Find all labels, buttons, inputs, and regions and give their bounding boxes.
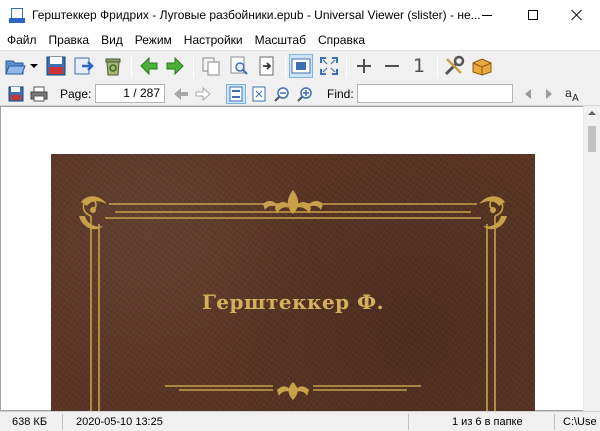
vertical-scrollbar[interactable] — [583, 106, 600, 411]
print-icon — [30, 86, 48, 102]
export-icon — [259, 56, 274, 76]
zoom-out-button[interactable] — [380, 54, 404, 78]
delete-icon — [105, 58, 121, 76]
save-as-button[interactable] — [6, 84, 26, 104]
find-options-button[interactable]: aA — [563, 84, 583, 104]
prev-page-button[interactable] — [171, 84, 191, 104]
menu-mode[interactable]: Режим — [129, 30, 178, 50]
original-size-icon: 1 — [412, 55, 426, 77]
menu-zoom[interactable]: Масштаб — [249, 30, 312, 50]
maximize-button[interactable] — [510, 0, 556, 30]
print-preview-icon — [230, 56, 248, 75]
menu-settings[interactable]: Настройки — [178, 30, 249, 50]
menu-help[interactable]: Справка — [312, 30, 371, 50]
app-icon — [9, 7, 25, 23]
original-size-button[interactable]: 1 — [407, 54, 431, 78]
maximize-icon — [528, 10, 538, 20]
file-size: 638 КБ — [12, 416, 48, 428]
find-label: Find: — [327, 87, 354, 101]
zoom-out-icon — [385, 65, 399, 67]
dropdown-arrow-icon — [30, 64, 38, 68]
status-bar: 638 КБ 2020-05-10 13:25 1 из 6 в папке C… — [0, 411, 600, 431]
find-next-button[interactable] — [539, 84, 559, 104]
menu-edit[interactable]: Правка — [43, 30, 96, 50]
prev-page-icon — [174, 88, 188, 100]
close-icon — [571, 9, 583, 21]
tools-icon — [444, 55, 465, 76]
save-button[interactable] — [44, 54, 68, 78]
next-page-button[interactable] — [193, 84, 213, 104]
zoom-in-icon — [357, 59, 371, 73]
svg-text:A: A — [572, 93, 579, 103]
file-path: C:\Use — [563, 416, 597, 428]
forward-arrow-icon — [166, 56, 184, 76]
forward-button[interactable] — [163, 54, 187, 78]
window-title: Герштеккер Фридрих - Луговые разбойники.… — [32, 8, 481, 22]
fullscreen-icon — [320, 57, 338, 75]
zoom-out-page-button[interactable] — [272, 84, 292, 104]
open-dropdown-button[interactable] — [28, 54, 40, 78]
copy-button[interactable] — [199, 54, 223, 78]
menu-view[interactable]: Вид — [95, 30, 129, 50]
single-page-icon — [229, 86, 243, 102]
triangle-right-icon — [546, 89, 552, 99]
zoom-in-button[interactable] — [352, 54, 376, 78]
save-icon — [46, 56, 66, 76]
open-button[interactable] — [4, 54, 28, 78]
minimize-button[interactable] — [464, 0, 510, 30]
page-input[interactable]: 1 / 287 — [95, 84, 165, 103]
minimize-icon — [482, 14, 492, 16]
folder-position: 1 из 6 в папке — [452, 416, 523, 428]
delete-button[interactable] — [101, 54, 125, 78]
export-button[interactable] — [255, 54, 279, 78]
scroll-thumb[interactable] — [588, 126, 596, 152]
book-author: Герштеккер Ф. — [201, 290, 385, 314]
secondary-toolbar: Page: 1 / 287 Find: aA — [0, 82, 600, 106]
package-icon — [472, 58, 492, 76]
magnifier-plus-icon — [297, 87, 312, 102]
find-previous-button[interactable] — [518, 84, 538, 104]
menu-file[interactable]: Файл — [1, 30, 43, 50]
fit-window-button[interactable] — [289, 54, 313, 78]
fullscreen-button[interactable] — [317, 54, 341, 78]
package-button[interactable] — [470, 54, 494, 78]
back-button[interactable] — [137, 54, 161, 78]
print-preview-button[interactable] — [227, 54, 251, 78]
fit-window-icon — [291, 58, 311, 74]
magnifier-minus-icon — [274, 87, 289, 102]
book-cover: Герштеккер Ф. — [51, 154, 535, 411]
fit-page-icon — [252, 86, 266, 102]
text-case-icon: aA — [565, 86, 579, 103]
save-as-icon — [8, 86, 24, 102]
scroll-up-icon[interactable] — [588, 111, 596, 115]
main-toolbar: 1 — [0, 50, 600, 82]
reload-icon — [74, 57, 94, 75]
reload-button[interactable] — [72, 54, 96, 78]
open-icon — [5, 60, 26, 75]
back-arrow-icon — [140, 56, 158, 76]
menu-bar: Файл Правка Вид Режим Настройки Масштаб … — [0, 30, 600, 50]
copy-icon — [202, 57, 220, 76]
fit-page-button[interactable] — [249, 84, 269, 104]
find-input[interactable] — [357, 84, 513, 103]
cover-frame-ornament — [79, 190, 507, 411]
file-date: 2020-05-10 13:25 — [76, 416, 163, 428]
close-button[interactable] — [554, 0, 600, 30]
page-label: Page: — [60, 87, 92, 101]
triangle-left-icon — [525, 89, 531, 99]
print-button[interactable] — [29, 84, 49, 104]
tools-button[interactable] — [442, 54, 466, 78]
zoom-in-page-button[interactable] — [295, 84, 315, 104]
single-page-button[interactable] — [226, 84, 246, 104]
next-page-icon — [195, 87, 211, 101]
